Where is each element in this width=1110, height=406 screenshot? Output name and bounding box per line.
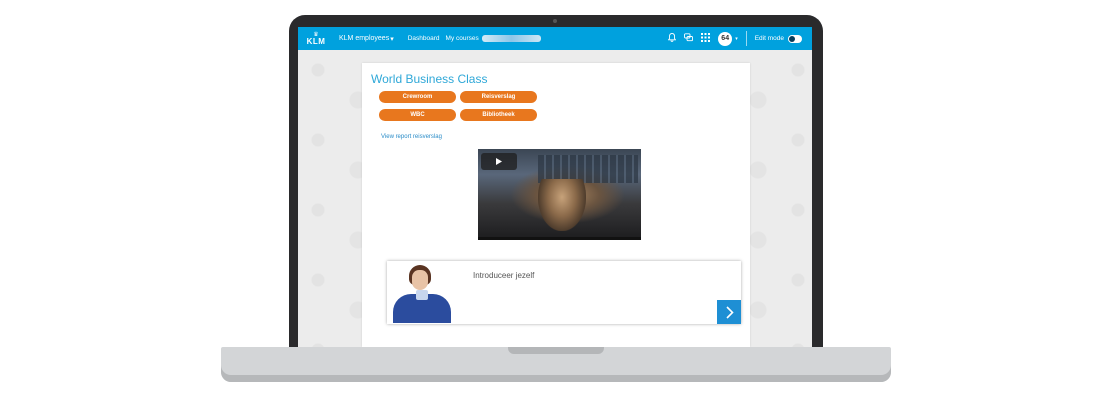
bibliotheek-button[interactable]: Bibliotheek [460,109,537,121]
site-brand-label: KLM employees [339,35,390,42]
wbc-button[interactable]: WBC [379,109,456,121]
next-button[interactable] [717,300,741,324]
video-thumbnail-people [538,179,586,231]
scenario-prompt: Introduceer jezelf [473,271,535,280]
view-report-link[interactable]: View report reisverslag [381,134,442,140]
reisverslag-button[interactable]: Reisverslag [460,91,537,103]
laptop-camera [553,19,557,23]
nav-my-courses-link[interactable]: My courses [446,35,479,42]
user-menu-chevron-icon[interactable]: ▾ [735,36,738,42]
attendant-face [412,270,428,290]
chevron-right-icon [725,305,734,319]
toggle-knob [789,35,795,42]
edit-mode-control: Edit mode [754,34,802,43]
bell-icon[interactable] [667,33,677,44]
flight-attendant-image [388,262,457,323]
navbar-actions: 64 ▾ Edit mode [667,31,802,46]
navbar-divider [745,31,747,46]
play-icon [496,158,502,165]
edit-mode-toggle[interactable] [788,34,802,43]
crewroom-button[interactable]: Crewroom [379,91,456,103]
play-button[interactable] [481,153,517,170]
chevron-down-icon: ▾ [390,35,394,43]
attendant-scarf [416,290,428,300]
video-player[interactable] [478,149,641,240]
logo-text: KLM [306,36,326,46]
redacted-course-name [481,35,541,42]
site-brand-menu[interactable]: KLM employees ▾ [339,35,394,43]
video-progress-track[interactable] [478,237,641,240]
klm-logo[interactable]: ♛ KLM [302,32,330,46]
page-title: World Business Class [371,72,488,86]
edit-mode-label: Edit mode [754,35,784,42]
chat-icon[interactable] [684,33,694,44]
top-navbar: ♛ KLM KLM employees ▾ Dashboard My cours… [298,27,812,50]
laptop-screen: ♛ KLM KLM employees ▾ Dashboard My cours… [298,27,812,347]
laptop-notch [508,347,604,354]
apps-grid-icon[interactable] [701,33,711,44]
course-content-card: World Business Class Crewroom Reisversla… [362,63,750,347]
nav-dashboard-link[interactable]: Dashboard [408,35,440,42]
user-avatar[interactable]: 64 [718,31,733,46]
scenario-card: Introduceer jezelf [387,261,741,324]
